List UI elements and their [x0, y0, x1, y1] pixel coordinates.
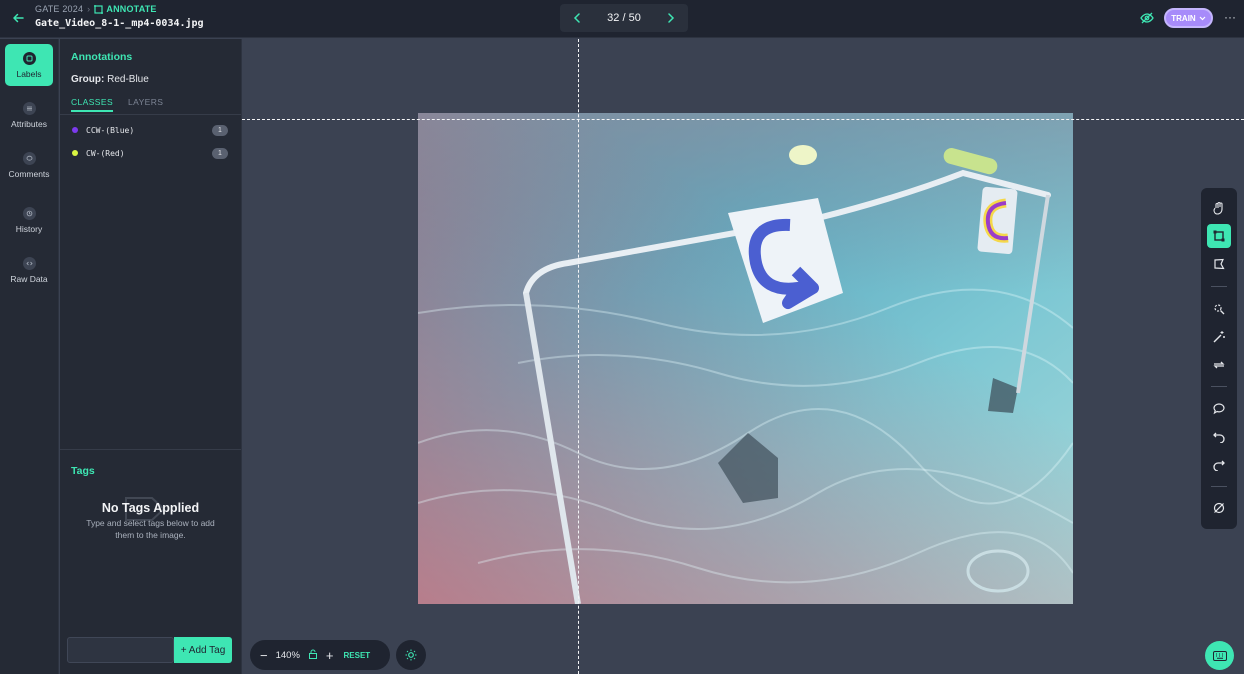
rail-label: Attributes: [11, 118, 47, 129]
breadcrumb: GATE 2024 › ANNOTATE: [35, 4, 157, 14]
lock-icon[interactable]: [308, 646, 318, 664]
toolbar-divider: [1211, 486, 1227, 487]
left-rail: Labels Attributes Comments History Raw D…: [0, 39, 59, 674]
smart-select-icon[interactable]: [1207, 297, 1231, 321]
image-counter: 32 / 50: [607, 12, 641, 24]
rail-label: Labels: [16, 68, 42, 79]
bounding-box-icon[interactable]: [1207, 224, 1231, 248]
undo-icon[interactable]: [1207, 424, 1231, 448]
tags-title: Tags: [71, 465, 95, 477]
rail-item-history[interactable]: History: [5, 199, 53, 241]
zoom-out-button[interactable]: −: [260, 649, 268, 662]
redo-icon[interactable]: [1207, 452, 1231, 476]
brightness-icon[interactable]: [396, 640, 426, 670]
chevron-down-icon: [1199, 16, 1206, 20]
keyboard-shortcuts-icon[interactable]: [1205, 641, 1234, 670]
magic-wand-icon[interactable]: [1207, 325, 1231, 349]
zoom-controls: − 140% + RESET: [250, 640, 390, 670]
annotate-icon: [94, 4, 104, 14]
rail-item-comments[interactable]: Comments: [5, 144, 53, 186]
tag-input[interactable]: [67, 637, 174, 663]
pan-hand-icon[interactable]: [1207, 196, 1231, 220]
zoom-level: 140%: [275, 649, 300, 661]
rail-label: History: [15, 223, 43, 234]
group-label: Group:: [71, 74, 105, 85]
class-name: CW-(Red): [86, 148, 125, 158]
crosshair-horizontal: [242, 119, 1244, 120]
hide-annotations-icon[interactable]: [1139, 10, 1155, 26]
tags-divider: [60, 449, 241, 450]
train-label: TRAIN: [1171, 13, 1196, 23]
top-bar: GATE 2024 › ANNOTATE Gate_Video_8-1-_mp4…: [0, 0, 1244, 38]
file-name: Gate_Video_8-1-_mp4-0034.jpg: [35, 18, 204, 29]
rail-item-raw-data[interactable]: Raw Data: [5, 249, 53, 291]
polygon-icon[interactable]: [1207, 252, 1231, 276]
reset-zoom-button[interactable]: RESET: [344, 651, 371, 660]
code-icon: [22, 256, 36, 270]
panel-tabs: CLASSES LAYERS: [60, 95, 241, 115]
comment-icon[interactable]: [1207, 396, 1231, 420]
class-color-dot: [72, 127, 78, 133]
tab-layers[interactable]: LAYERS: [128, 97, 163, 107]
back-arrow-icon[interactable]: [8, 8, 28, 28]
train-button[interactable]: TRAIN: [1164, 8, 1213, 28]
prev-image-icon[interactable]: [570, 11, 584, 25]
clear-icon[interactable]: [1207, 496, 1231, 520]
breadcrumb-mode: ANNOTATE: [94, 4, 156, 14]
group-value: Red-Blue: [107, 74, 149, 85]
rail-label: Comments: [8, 168, 50, 179]
pool-image: [418, 113, 1073, 604]
history-icon: [22, 206, 36, 220]
rail-item-attributes[interactable]: Attributes: [5, 94, 53, 136]
rail-item-labels[interactable]: Labels: [5, 44, 53, 86]
more-options-button[interactable]: ···: [1224, 10, 1236, 24]
add-tag-button[interactable]: + Add Tag: [174, 637, 232, 663]
class-row-ccw-blue[interactable]: CCW-(Blue) 1: [72, 122, 228, 138]
mode-label: ANNOTATE: [106, 4, 157, 14]
no-tags-title: No Tags Applied: [101, 501, 200, 515]
toolbar-divider: [1211, 386, 1227, 387]
rail-label: Raw Data: [10, 273, 48, 284]
image-pager: 32 / 50: [560, 4, 688, 32]
breadcrumb-project[interactable]: GATE 2024: [35, 4, 83, 14]
class-name: CCW-(Blue): [86, 125, 135, 135]
panel-title: Annotations: [71, 51, 133, 63]
annotation-canvas[interactable]: [242, 39, 1244, 674]
breadcrumb-separator: ›: [87, 4, 91, 14]
tab-classes[interactable]: CLASSES: [71, 97, 114, 112]
class-count-badge: 1: [212, 147, 228, 159]
tool-panel: [1201, 188, 1237, 529]
class-row-cw-red[interactable]: CW-(Red) 1: [72, 145, 228, 161]
label-icon: [22, 51, 36, 65]
class-color-dot: [72, 150, 78, 156]
repeat-icon[interactable]: [1207, 353, 1231, 377]
zoom-in-button[interactable]: +: [326, 649, 334, 662]
list-icon: [22, 101, 36, 115]
no-tags-description: Type and select tags below to add them t…: [86, 518, 215, 540]
annotations-panel: Annotations Group: Red-Blue CLASSES LAYE…: [60, 39, 242, 674]
next-image-icon[interactable]: [664, 11, 678, 25]
toolbar-divider: [1211, 286, 1227, 287]
crosshair-vertical: [578, 39, 579, 674]
group-info: Group: Red-Blue: [71, 74, 149, 85]
class-count-badge: 1: [212, 124, 228, 136]
comment-icon: [22, 151, 36, 165]
